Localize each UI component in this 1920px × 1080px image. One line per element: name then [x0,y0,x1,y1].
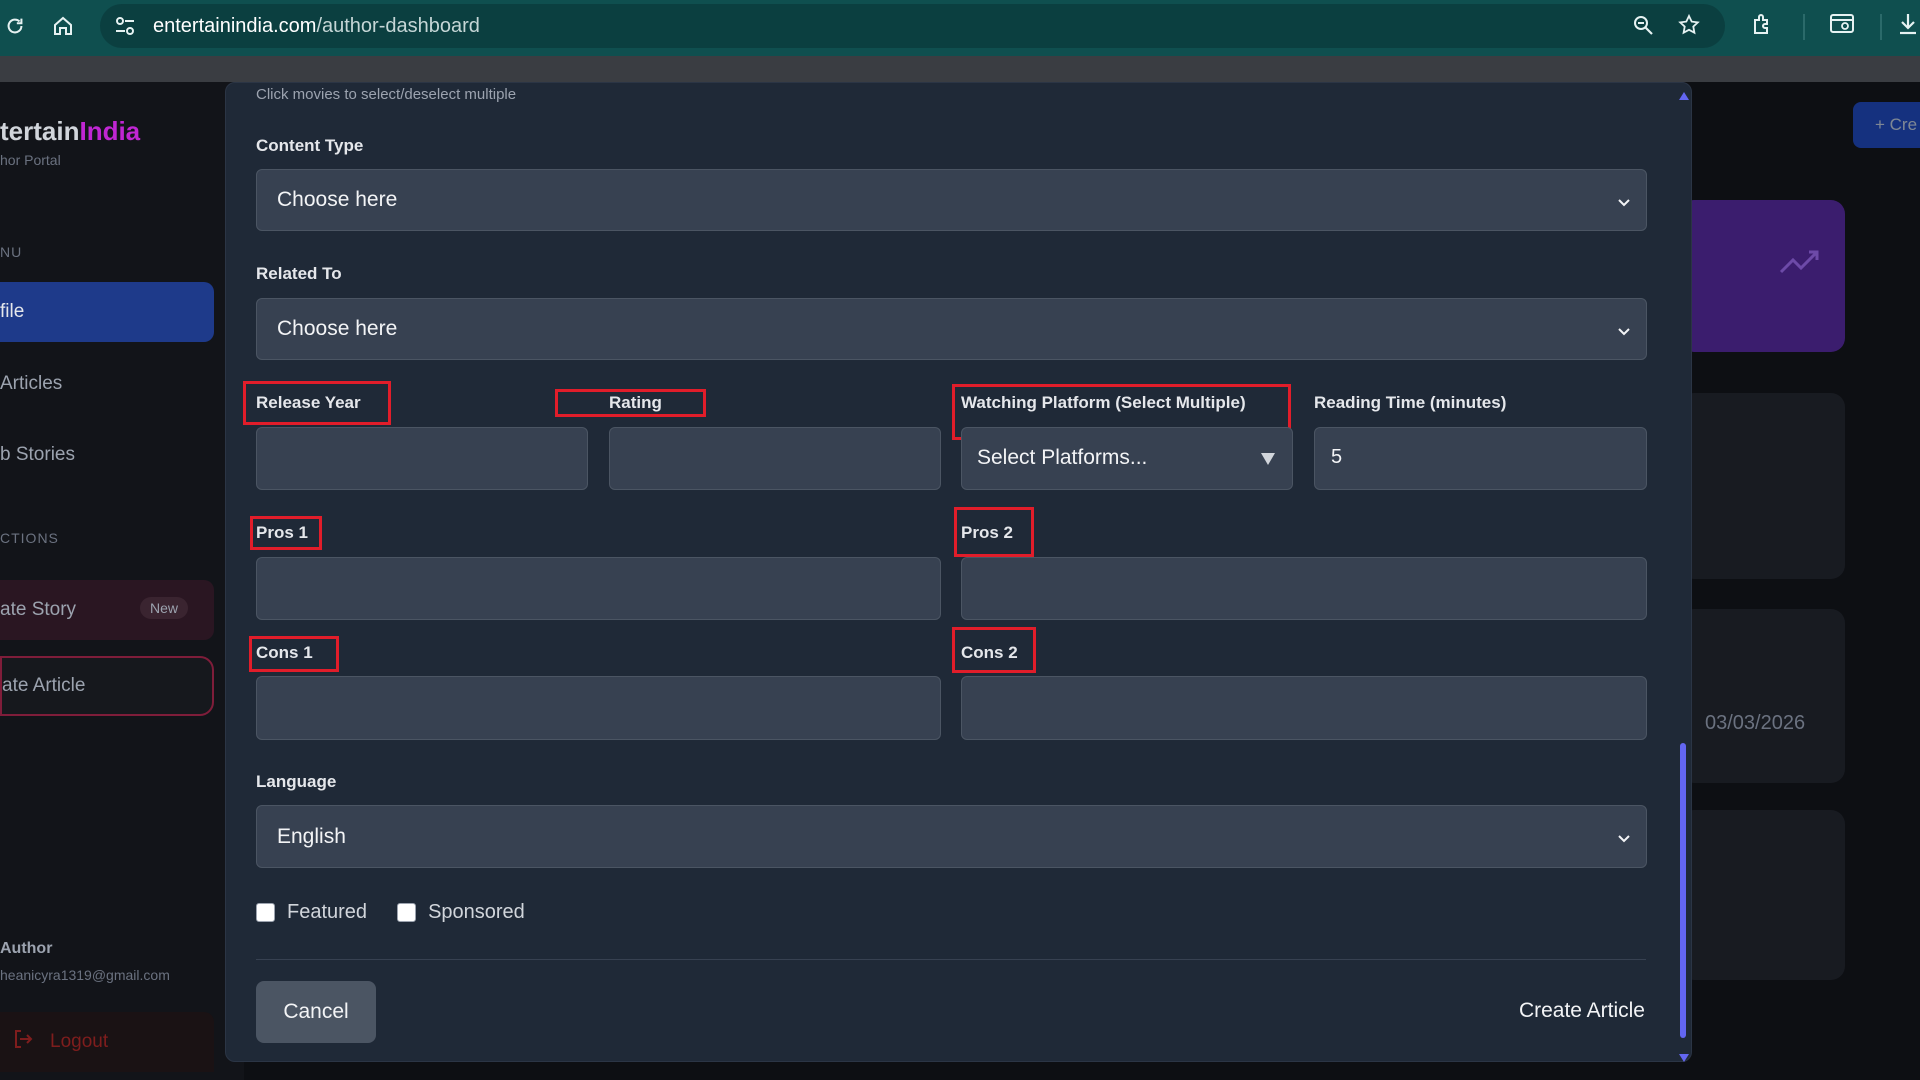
content-type-select[interactable]: Choose here [256,169,1647,231]
sidebar-item-label: file [0,301,25,322]
logout-icon [12,1028,34,1056]
logout-button[interactable]: Logout [0,1012,214,1072]
sidebar-item-label: Articles [0,373,63,394]
brand-subtitle: hor Portal [0,152,61,168]
featured-label[interactable]: Featured [287,901,367,924]
sidebar: tertainIndia hor Portal NU file Articles… [0,82,244,1080]
create-story-label: ate Story [0,599,77,620]
dropdown-triangle-icon [1260,452,1276,471]
brand-logo: tertainIndia [0,116,140,147]
brand-accent: India [79,116,141,146]
sidebar-item-articles[interactable]: Articles [0,354,214,414]
rating-input[interactable] [609,427,941,490]
chevron-down-icon [1616,192,1632,216]
pros1-input[interactable] [256,557,941,620]
article-date: 03/03/2026 [1705,712,1806,734]
url-domain: entertainindia.com [153,15,317,37]
download-icon[interactable] [1896,11,1920,42]
author-email: heanicyra1319@gmail.com [0,967,170,983]
related-to-value: Choose here [277,317,398,340]
cancel-button[interactable]: Cancel [256,981,376,1043]
scroll-up-arrow-icon[interactable] [1679,87,1689,105]
create-article-sidebar-button[interactable]: ate Article [0,656,214,716]
chevron-down-icon [1616,828,1632,852]
release-year-input[interactable] [256,427,588,490]
actions-heading: CTIONS [0,530,59,546]
star-icon[interactable] [1677,13,1701,42]
split-view-icon[interactable] [1828,11,1856,42]
sidebar-item-web-stories[interactable]: b Stories [0,425,214,485]
bg-card [1680,609,1845,783]
sidebar-item-label: b Stories [0,444,75,465]
language-label: Language [256,772,337,791]
create-new-button[interactable]: + Cre [1853,102,1920,148]
logout-label: Logout [50,1031,109,1052]
language-select[interactable]: English [256,805,1647,868]
reading-time-input[interactable]: 5 [1314,427,1647,490]
create-story-button[interactable]: ate Story New [0,580,214,640]
bg-card [1680,393,1845,579]
scrollbar-thumb[interactable] [1680,743,1686,1038]
home-icon[interactable] [48,11,78,41]
reading-time-label: Reading Time (minutes) [1314,393,1507,412]
reading-time-value: 5 [1331,446,1343,468]
pros1-highlight [250,516,322,550]
cons1-input[interactable] [256,676,941,740]
pros2-highlight [954,507,1034,557]
watching-platform-select[interactable]: Select Platforms... [961,427,1293,490]
sponsored-checkbox[interactable] [397,903,417,922]
address-bar[interactable]: entertainindia.com/author-dashboard [100,4,1725,48]
cons2-highlight [952,627,1036,673]
url-path: /author-dashboard [316,15,480,37]
zoom-icon[interactable] [1631,13,1655,42]
url-text[interactable]: entertainindia.com/author-dashboard [153,15,480,38]
create-article-button[interactable]: Create Article [1519,999,1645,1023]
reload-icon[interactable] [0,11,30,41]
author-name: Author [0,940,53,957]
language-value: English [277,824,346,848]
options-row: Featured Sponsored [256,901,525,924]
create-article-sidebar-label: ate Article [2,675,86,696]
site-settings-icon[interactable] [112,13,138,44]
content-type-value: Choose here [277,188,398,211]
related-to-select[interactable]: Choose here [256,298,1647,360]
movie-select-hint: Click movies to select/deselect multiple [256,86,517,103]
menu-heading: NU [0,244,23,260]
sidebar-item-profile[interactable]: file [0,282,214,342]
cons2-input[interactable] [961,676,1647,740]
new-badge: New [140,597,189,619]
content-type-label: Content Type [256,136,364,155]
brand-name: tertain [0,116,80,146]
featured-checkbox[interactable] [256,903,275,922]
bg-card [1680,810,1845,980]
release-year-highlight [243,381,391,425]
extensions-icon[interactable] [1750,11,1776,42]
related-to-label: Related To [256,264,342,283]
scroll-down-arrow-icon[interactable] [1679,1049,1689,1067]
browser-toolbar: entertainindia.com/author-dashboard [0,0,1920,56]
footer-divider [256,959,1646,960]
toolbar-separator [1880,14,1882,40]
create-article-modal: Click movies to select/deselect multiple… [225,82,1692,1062]
chevron-down-icon [1616,321,1632,345]
toolbar-separator [1803,14,1805,40]
rating-highlight [555,389,706,417]
browser-tabstrip [0,56,1920,82]
cons1-highlight [249,636,339,672]
platform-placeholder: Select Platforms... [977,446,1148,469]
sponsored-label[interactable]: Sponsored [428,901,525,924]
trending-up-icon [1778,246,1822,281]
pros2-input[interactable] [961,557,1647,620]
